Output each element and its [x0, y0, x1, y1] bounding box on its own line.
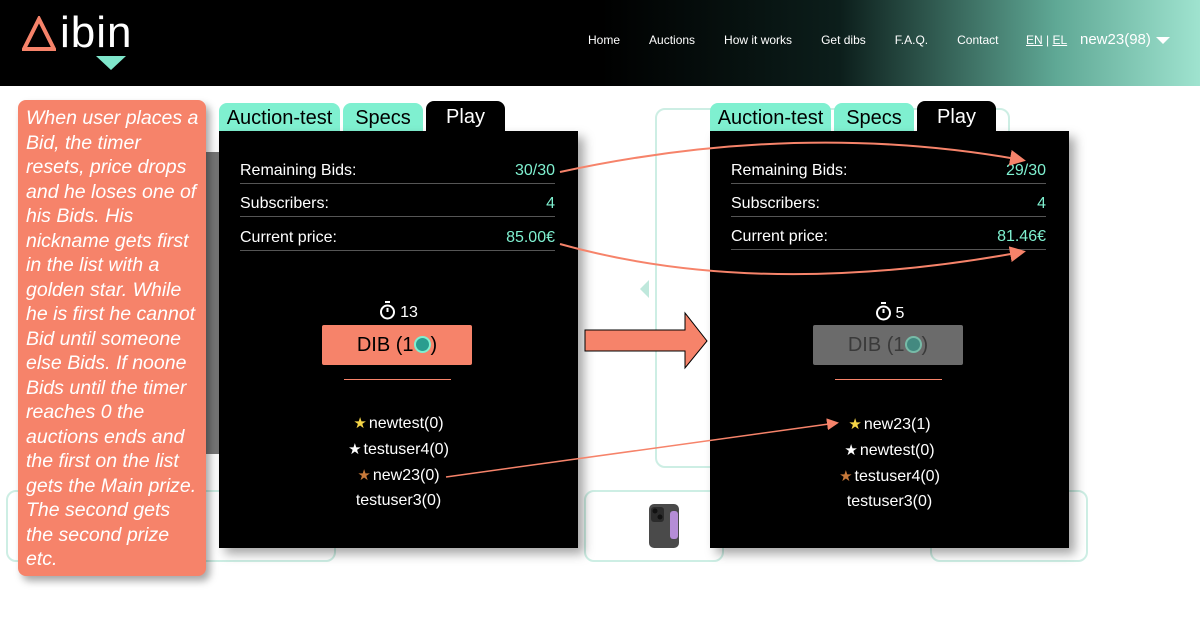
big-right-arrow-icon	[584, 311, 708, 370]
arrow-current-price	[559, 243, 1026, 276]
arrow-bidder-move	[445, 418, 839, 478]
screenshot: ibin Home Auctions How it works Get dibs…	[0, 0, 1200, 627]
arrow-remaining-bids	[559, 141, 1026, 173]
annotation-arrows	[445, 141, 1026, 478]
